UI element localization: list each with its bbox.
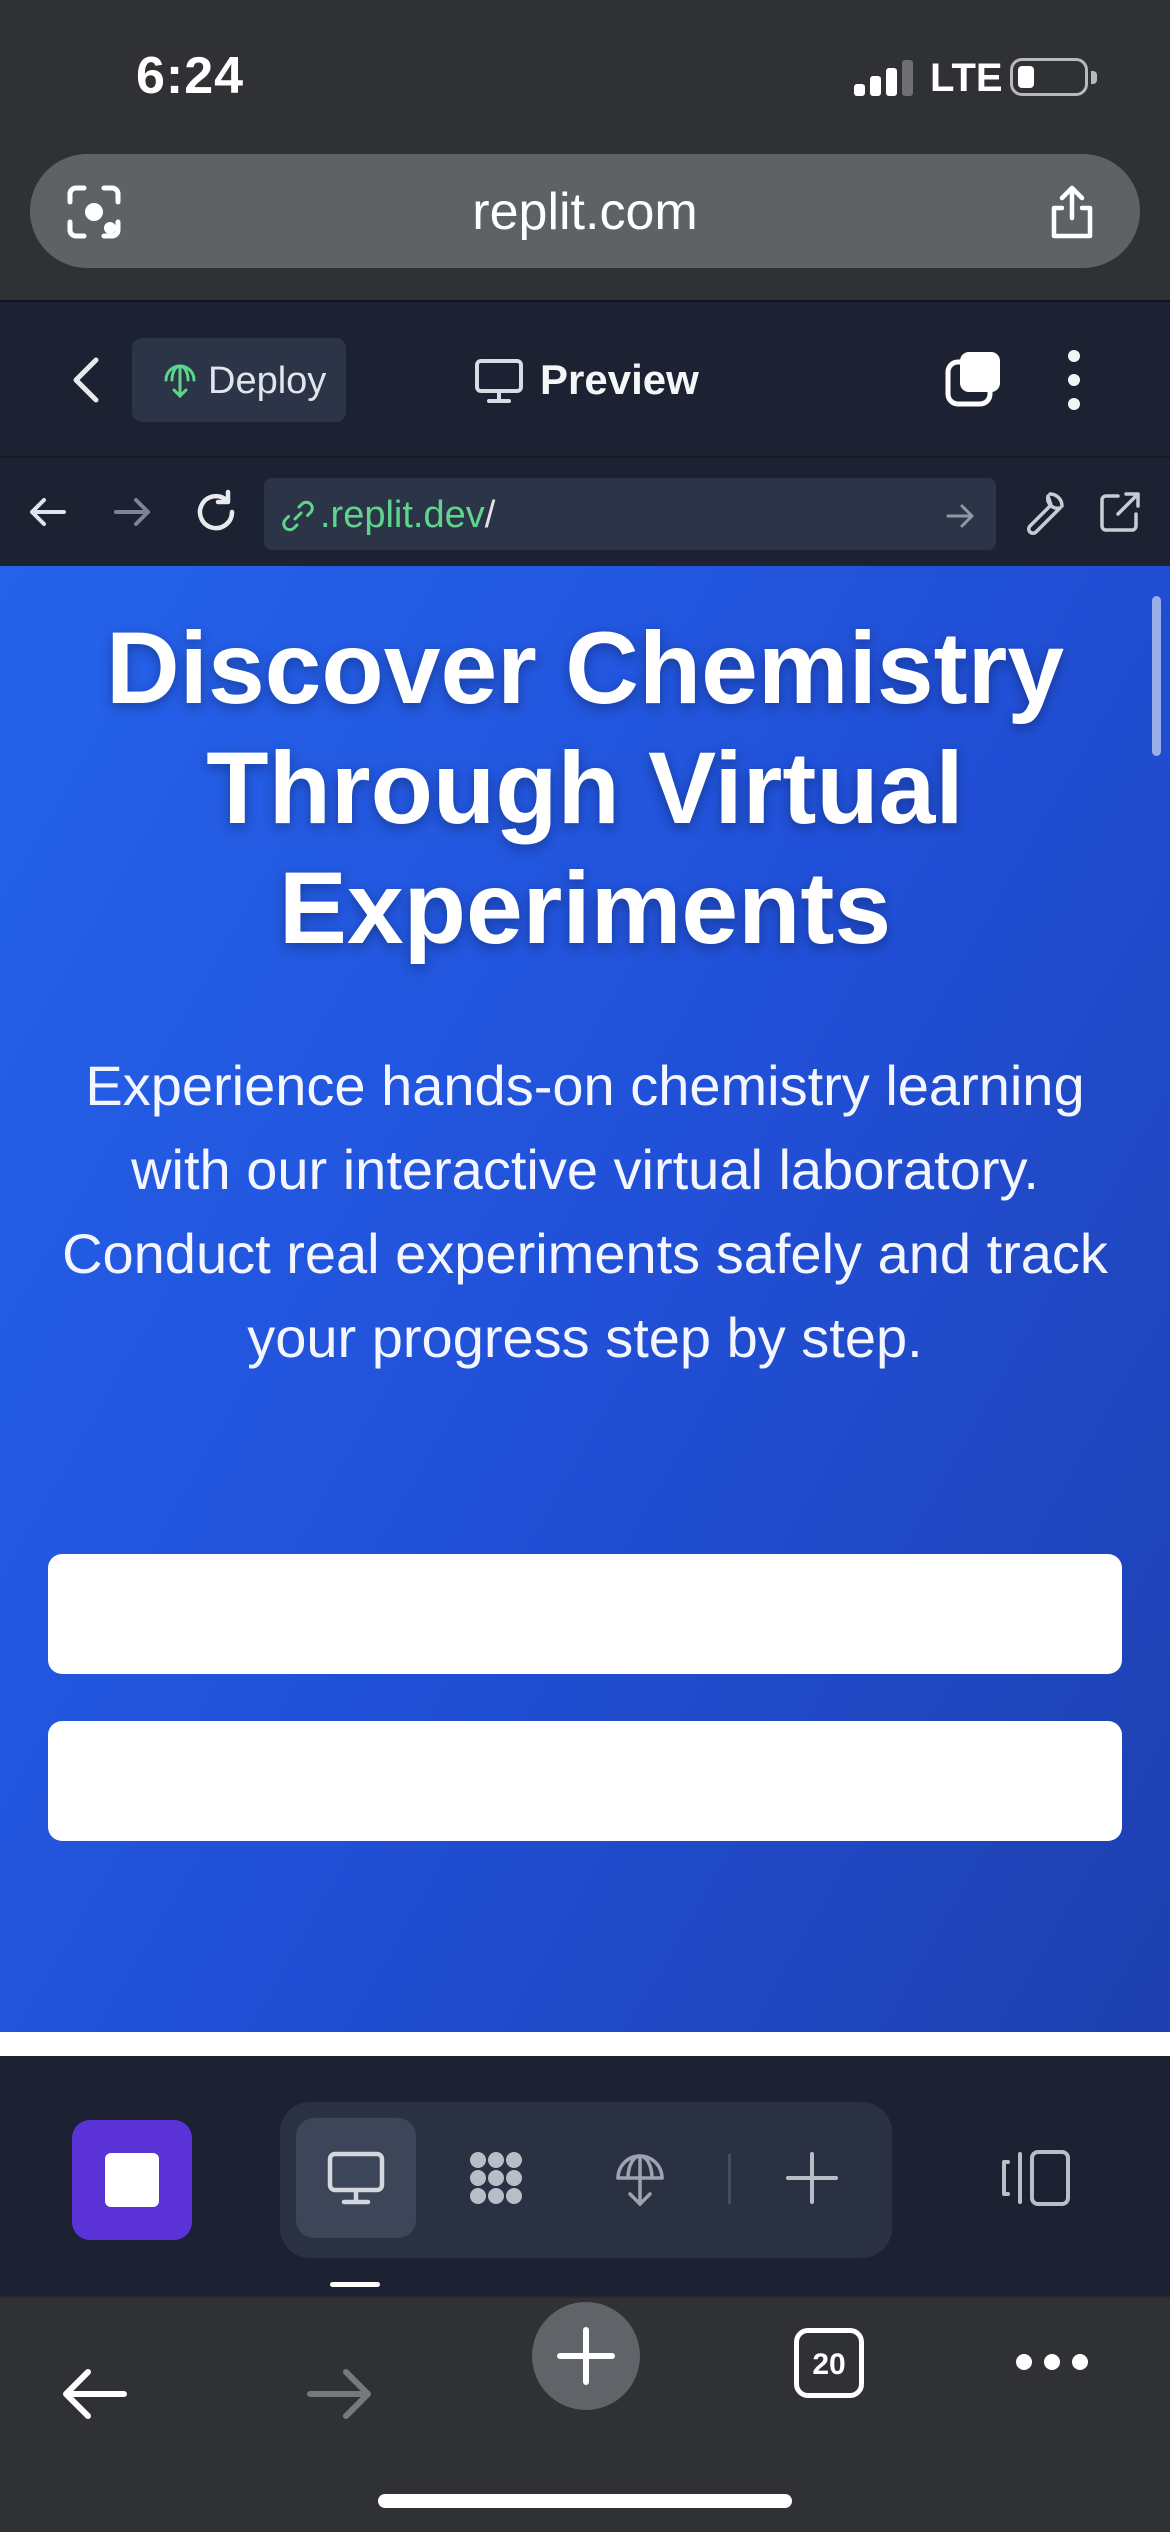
- address-bar[interactable]: replit.com: [30, 154, 1140, 268]
- tab-count: 20: [812, 2348, 846, 2381]
- back-arrow-icon[interactable]: [24, 488, 72, 536]
- monitor-icon: [475, 359, 523, 403]
- plus-icon: [557, 2327, 615, 2385]
- preview-address-field[interactable]: .replit.dev/: [264, 478, 996, 550]
- deploy-icon: [164, 364, 196, 399]
- go-arrow-icon[interactable]: [944, 500, 976, 532]
- forward-arrow-icon[interactable]: [108, 488, 156, 536]
- replit-dock: [0, 2056, 1170, 2296]
- more-menu-icon[interactable]: [1016, 2354, 1088, 2370]
- browser-back-icon[interactable]: [58, 2358, 130, 2430]
- windows-icon[interactable]: [944, 348, 1004, 408]
- stop-button[interactable]: [72, 2120, 192, 2240]
- split-layout-icon[interactable]: [1000, 2148, 1072, 2208]
- preview-url: .replit.dev/: [320, 494, 496, 536]
- signal-strength-icon: [854, 60, 916, 96]
- primary-cta-button[interactable]: [48, 1554, 1122, 1674]
- hero-title: Discover Chemistry Through Virtual Exper…: [105, 611, 1065, 965]
- preview-label: Preview: [540, 356, 699, 403]
- stop-icon: [105, 2153, 159, 2207]
- workflow-view-button[interactable]: [436, 2118, 556, 2238]
- add-icon: [786, 2152, 838, 2204]
- view-switcher: [280, 2102, 892, 2258]
- replit-header: Deploy Preview: [0, 302, 1170, 456]
- panel-indicator: [330, 2282, 380, 2287]
- back-chevron-icon[interactable]: [62, 352, 112, 408]
- link-icon: [282, 500, 314, 532]
- refresh-icon[interactable]: [192, 488, 240, 536]
- deploy-icon: [616, 2154, 664, 2207]
- workflow-icon: [470, 2152, 522, 2204]
- page-section-edge: [0, 2032, 1170, 2056]
- deploy-view-button[interactable]: [580, 2118, 700, 2238]
- preview-toolbar: .replit.dev/: [0, 456, 1170, 566]
- deploy-label: Deploy: [208, 360, 327, 402]
- screen: 6:24 LTE replit.com Deploy Preview .repl…: [0, 0, 1170, 2532]
- open-external-icon[interactable]: [1096, 488, 1144, 536]
- preview-view-button[interactable]: [296, 2118, 416, 2238]
- add-tool-button[interactable]: [752, 2118, 872, 2238]
- browser-forward-icon[interactable]: [304, 2358, 376, 2430]
- divider: [728, 2154, 731, 2204]
- scrollbar[interactable]: [1152, 596, 1161, 756]
- network-type: LTE: [930, 56, 1003, 100]
- deploy-button[interactable]: Deploy: [132, 338, 346, 422]
- share-icon[interactable]: [1044, 184, 1100, 240]
- monitor-icon: [327, 2151, 385, 2205]
- wrench-icon[interactable]: [1020, 488, 1068, 536]
- status-time: 6:24: [136, 47, 245, 105]
- new-tab-button[interactable]: [532, 2302, 640, 2410]
- url-text[interactable]: replit.com: [30, 182, 1140, 242]
- more-options-icon[interactable]: [1062, 348, 1086, 412]
- status-bar: 6:24 LTE: [0, 0, 1170, 150]
- battery-icon: [1010, 58, 1097, 96]
- hero-subtitle: Experience hands-on chemistry learning w…: [62, 1054, 1108, 1369]
- hero-section: Discover Chemistry Through Virtual Exper…: [0, 566, 1170, 2032]
- secondary-cta-button[interactable]: [48, 1721, 1122, 1841]
- tabs-button[interactable]: 20: [794, 2328, 864, 2398]
- home-indicator: [378, 2494, 792, 2508]
